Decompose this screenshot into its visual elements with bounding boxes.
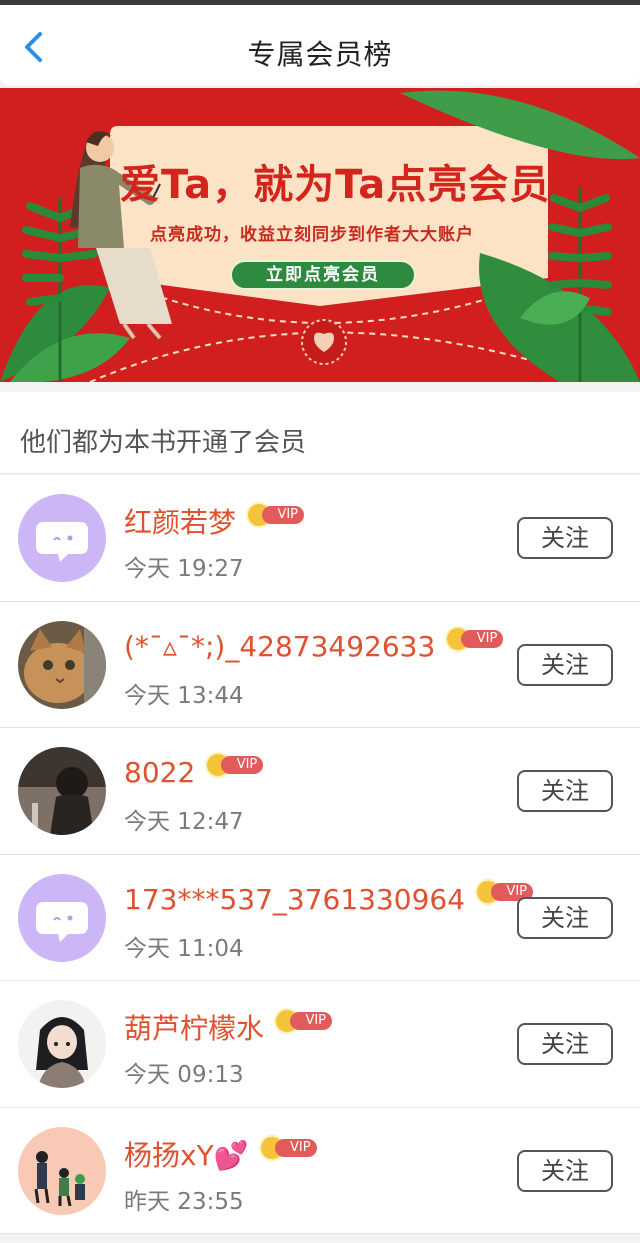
vip-label: VIP: [221, 756, 264, 774]
default-chat-avatar-icon: [18, 494, 106, 582]
banner-title: 爱Ta，就为Ta点亮会员: [120, 162, 551, 208]
avatar[interactable]: [18, 747, 106, 835]
default-chat-avatar-icon: [18, 873, 106, 962]
member-name: 173***537_3761330964 VIP: [124, 878, 534, 916]
member-name-text: 葫芦柠檬水: [124, 1012, 265, 1045]
member-time: 今天 13:44: [124, 682, 244, 709]
follow-button[interactable]: 关注: [517, 517, 613, 559]
avatar[interactable]: [18, 873, 106, 962]
list-item: 葫芦柠檬水 VIP 今天 09:13 关注: [0, 981, 640, 1108]
vip-badge: VIP: [258, 1134, 317, 1161]
follow-button[interactable]: 关注: [517, 1149, 613, 1192]
section-title: 他们都为本书开通了会员: [20, 428, 307, 458]
member-name-text: 173***537_3761330964: [124, 882, 466, 916]
nav-header: 专属会员榜: [0, 5, 640, 87]
vip-badge: VIP: [445, 625, 504, 652]
vip-label: VIP: [290, 1012, 333, 1030]
follow-button[interactable]: 关注: [517, 896, 613, 939]
member-time: 今天 12:47: [124, 809, 244, 835]
member-name: (*¯▵¯*;)_42873492633 VIP: [124, 625, 504, 663]
member-time: 今天 11:04: [124, 935, 244, 962]
list-item: 红颜若梦 VIP 今天 19:27 关注: [0, 475, 640, 602]
member-time: 今天 19:27: [124, 556, 244, 582]
follow-button[interactable]: 关注: [517, 1023, 613, 1065]
member-name: 8022 VIP: [124, 752, 264, 789]
member-name: 葫芦柠檬水 VIP: [124, 1007, 333, 1047]
page-title: 专属会员榜: [247, 38, 393, 71]
list-item: 8022 VIP 今天 12:47 关注: [0, 728, 640, 855]
anime-girl-avatar-icon: [18, 1000, 106, 1088]
vip-label: VIP: [461, 629, 504, 648]
vip-label: VIP: [262, 506, 305, 524]
list-item: 杨扬xY💕 VIP 昨天 23:55 关注: [0, 1107, 640, 1234]
avatar[interactable]: [18, 1000, 106, 1088]
members-section-header: 他们都为本书开通了会员: [0, 392, 640, 474]
cat-photo-avatar-icon: [18, 620, 106, 709]
vip-badge: VIP: [274, 1008, 333, 1034]
activate-vip-button[interactable]: 立即点亮会员: [230, 260, 416, 290]
follow-button[interactable]: 关注: [517, 770, 613, 812]
list-item: 173***537_3761330964 VIP 今天 11:04 关注: [0, 854, 640, 981]
promo-banner[interactable]: 爱Ta，就为Ta点亮会员 点亮成功，收益立刻同步到作者大大账户 立即点亮会员: [0, 88, 640, 382]
kids-illustration-avatar-icon: [18, 1126, 106, 1215]
banner-subtitle: 点亮成功，收益立刻同步到作者大大账户: [150, 225, 474, 245]
avatar[interactable]: [18, 1126, 106, 1215]
list-item: (*¯▵¯*;)_42873492633 VIP 今天 13:44 关注: [0, 601, 640, 728]
member-name-text: 红颜若梦: [124, 506, 237, 539]
member-name-text: 杨扬xY💕: [124, 1138, 249, 1172]
member-time: 昨天 23:55: [124, 1188, 244, 1215]
follow-button[interactable]: 关注: [517, 643, 613, 686]
member-name-text: (*¯▵¯*;)_42873492633: [124, 629, 436, 663]
member-name-text: 8022: [124, 756, 196, 789]
dark-photo-avatar-icon: [18, 747, 106, 835]
vip-badge: VIP: [246, 502, 305, 528]
member-name: 杨扬xY💕 VIP: [124, 1134, 317, 1174]
avatar[interactable]: [18, 494, 106, 582]
vip-label: VIP: [274, 1138, 317, 1157]
member-time: 今天 09:13: [124, 1062, 244, 1088]
vip-badge: VIP: [205, 752, 264, 778]
avatar[interactable]: [18, 620, 106, 709]
member-list: 红颜若梦 VIP 今天 19:27 关注 (*¯▵¯*;)_42873492633…: [0, 475, 640, 1234]
member-name: 红颜若梦 VIP: [124, 501, 305, 541]
